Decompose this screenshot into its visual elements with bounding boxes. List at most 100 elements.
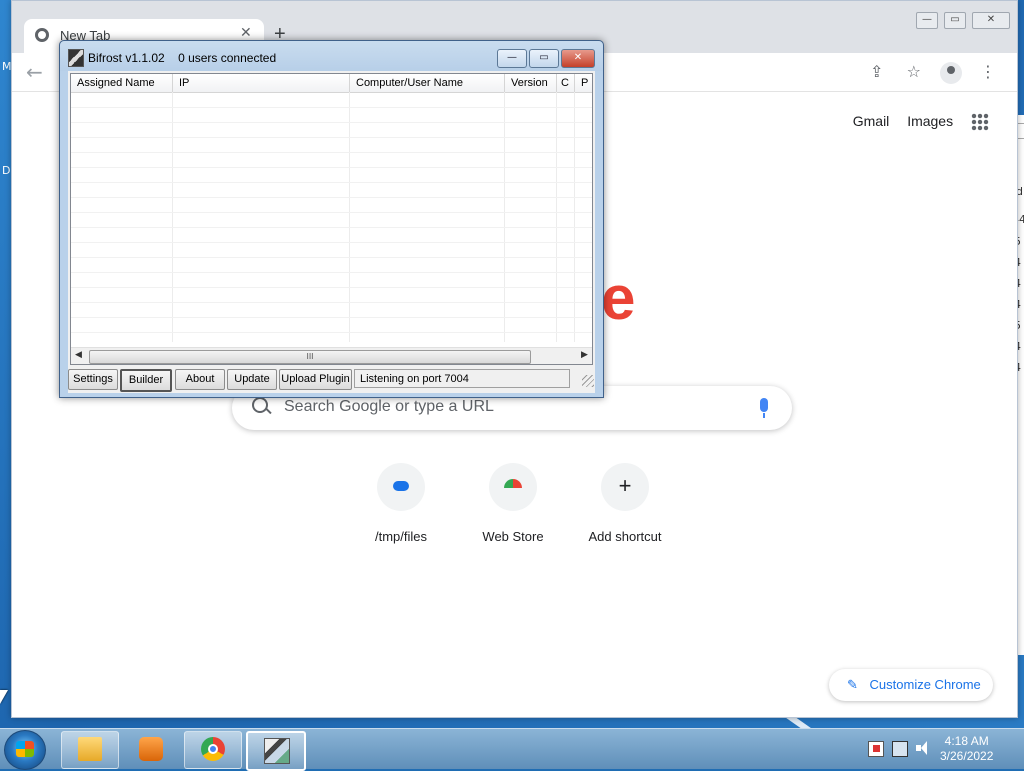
chrome-icon <box>201 737 225 761</box>
customize-chrome-button[interactable]: ✎ Customize Chrome <box>829 669 993 701</box>
network-icon[interactable] <box>892 741 908 757</box>
shortcut-web-store[interactable]: Web Store <box>463 463 563 544</box>
mouse-cursor-icon <box>0 690 8 704</box>
bifrost-icon <box>264 738 290 764</box>
back-arrow-icon[interactable]: ← <box>26 60 43 84</box>
upload-plugin-button[interactable]: Upload Plugin <box>279 369 352 390</box>
gmail-link[interactable]: Gmail <box>853 113 890 129</box>
chrome-webstore-icon <box>489 463 537 511</box>
grid-line <box>71 287 592 288</box>
google-apps-icon[interactable] <box>971 113 989 132</box>
add-glyph: + <box>618 473 632 498</box>
grid-line <box>71 107 592 108</box>
bifrost-button-bar: Settings Builder About Update Upload Plu… <box>68 367 595 392</box>
window-maximize-button[interactable]: ▭ <box>944 12 966 29</box>
microphone-icon[interactable] <box>760 398 768 418</box>
shortcut-add[interactable]: + Add shortcut <box>575 463 675 544</box>
start-button[interactable] <box>4 730 46 770</box>
bookmark-star-icon[interactable]: ☆ <box>903 61 925 83</box>
column-header-p[interactable]: P <box>575 74 592 92</box>
bifrost-title: Bifrost v1.1.02 0 users connected <box>88 51 276 65</box>
grid-line <box>71 332 592 333</box>
plus-icon: + <box>601 463 649 511</box>
toolbar-icons: ⇪ ☆ ⋮ <box>856 61 999 84</box>
bifrost-title-bar[interactable]: Bifrost v1.1.02 0 users connected — ▭ ✕ <box>60 41 603 71</box>
grid-line <box>71 242 592 243</box>
column-header-c[interactable]: C <box>557 74 575 92</box>
customize-chrome-label: Customize Chrome <box>869 677 981 692</box>
search-placeholder[interactable]: Search Google or type a URL <box>284 398 494 416</box>
connections-list-header: Assigned Name IP Computer/User Name Vers… <box>71 74 592 93</box>
clock[interactable]: 4:18 AM 3/26/2022 <box>940 734 993 764</box>
images-link[interactable]: Images <box>907 113 953 129</box>
grid-line <box>71 317 592 318</box>
bifrost-client-area: Assigned Name IP Computer/User Name Vers… <box>68 71 595 393</box>
scroll-left-arrow-icon[interactable]: ◀ <box>75 350 82 360</box>
column-header-computer-user-name[interactable]: Computer/User Name <box>350 74 505 92</box>
update-button[interactable]: Update <box>227 369 277 390</box>
folder-icon <box>78 737 102 761</box>
windows-logo-icon <box>16 741 34 757</box>
google-top-links: Gmail Images <box>839 113 989 132</box>
grid-line <box>71 212 592 213</box>
taskbar-media-player[interactable] <box>122 731 180 769</box>
shortcut-tmp-files[interactable]: /tmp/files <box>351 463 451 544</box>
scrollbar-thumb[interactable]: III <box>89 350 531 364</box>
grid-line <box>349 92 350 342</box>
google-logo-fragment: e <box>601 264 636 333</box>
window-close-button[interactable]: ✕ <box>972 12 1010 29</box>
connections-list[interactable]: Assigned Name IP Computer/User Name Vers… <box>70 73 593 365</box>
kebab-menu-icon[interactable]: ⋮ <box>977 61 999 83</box>
users-connected-count: 0 users connected <box>178 51 277 65</box>
grid-line <box>71 137 592 138</box>
shortcut-label: Add shortcut <box>588 529 662 544</box>
window-minimize-button[interactable]: — <box>916 12 938 29</box>
column-header-ip[interactable]: IP <box>173 74 350 92</box>
clock-date: 3/26/2022 <box>940 749 994 763</box>
grid-line <box>556 92 557 342</box>
grid-line <box>71 182 592 183</box>
resize-grip-icon[interactable] <box>582 375 594 387</box>
status-bar-text: Listening on port 7004 <box>354 369 570 388</box>
grid-line <box>504 92 505 342</box>
tab-close-icon[interactable]: ✕ <box>240 25 252 41</box>
bifrost-window: Bifrost v1.1.02 0 users connected — ▭ ✕ … <box>59 40 604 398</box>
grid-line <box>71 167 592 168</box>
search-icon <box>252 397 268 413</box>
clock-time: 4:18 AM <box>944 734 989 748</box>
taskbar-explorer[interactable] <box>61 731 119 769</box>
scroll-right-arrow-icon[interactable]: ▶ <box>581 350 588 360</box>
action-center-flag-icon[interactable] <box>868 741 884 757</box>
bifrost-app-icon <box>68 49 84 67</box>
taskbar-bifrost[interactable] <box>246 731 306 771</box>
about-button[interactable]: About <box>175 369 225 390</box>
grid-line <box>71 122 592 123</box>
profile-avatar-icon[interactable] <box>939 61 962 84</box>
bifrost-close-button[interactable]: ✕ <box>561 49 595 68</box>
volume-icon[interactable] <box>915 741 929 755</box>
shortcut-label: Web Store <box>482 529 544 544</box>
column-header-assigned-name[interactable]: Assigned Name <box>71 74 173 92</box>
grid-line <box>574 92 575 342</box>
taskbar: 4:18 AM 3/26/2022 <box>0 728 1024 771</box>
taskbar-chrome[interactable] <box>184 731 242 769</box>
pencil-icon: ✎ <box>847 677 858 692</box>
desktop-icon-label-d[interactable]: D <box>2 164 10 177</box>
grid-line <box>71 272 592 273</box>
column-header-version[interactable]: Version <box>505 74 557 92</box>
grid-line <box>71 197 592 198</box>
grid-line <box>71 152 592 153</box>
grid-line <box>71 302 592 303</box>
bifrost-minimize-button[interactable]: — <box>497 49 527 68</box>
horizontal-scrollbar[interactable]: ◀ III ▶ <box>71 347 592 364</box>
bifrost-version: Bifrost v1.1.02 <box>88 51 165 65</box>
chrome-favicon-icon <box>35 28 49 42</box>
share-icon[interactable]: ⇪ <box>866 61 888 83</box>
grid-line <box>71 227 592 228</box>
grid-line <box>71 257 592 258</box>
media-player-icon <box>139 737 163 761</box>
bifrost-maximize-button[interactable]: ▭ <box>529 49 559 68</box>
builder-button[interactable]: Builder <box>120 369 172 392</box>
cloud-upload-icon <box>377 463 425 511</box>
settings-button[interactable]: Settings <box>68 369 118 390</box>
